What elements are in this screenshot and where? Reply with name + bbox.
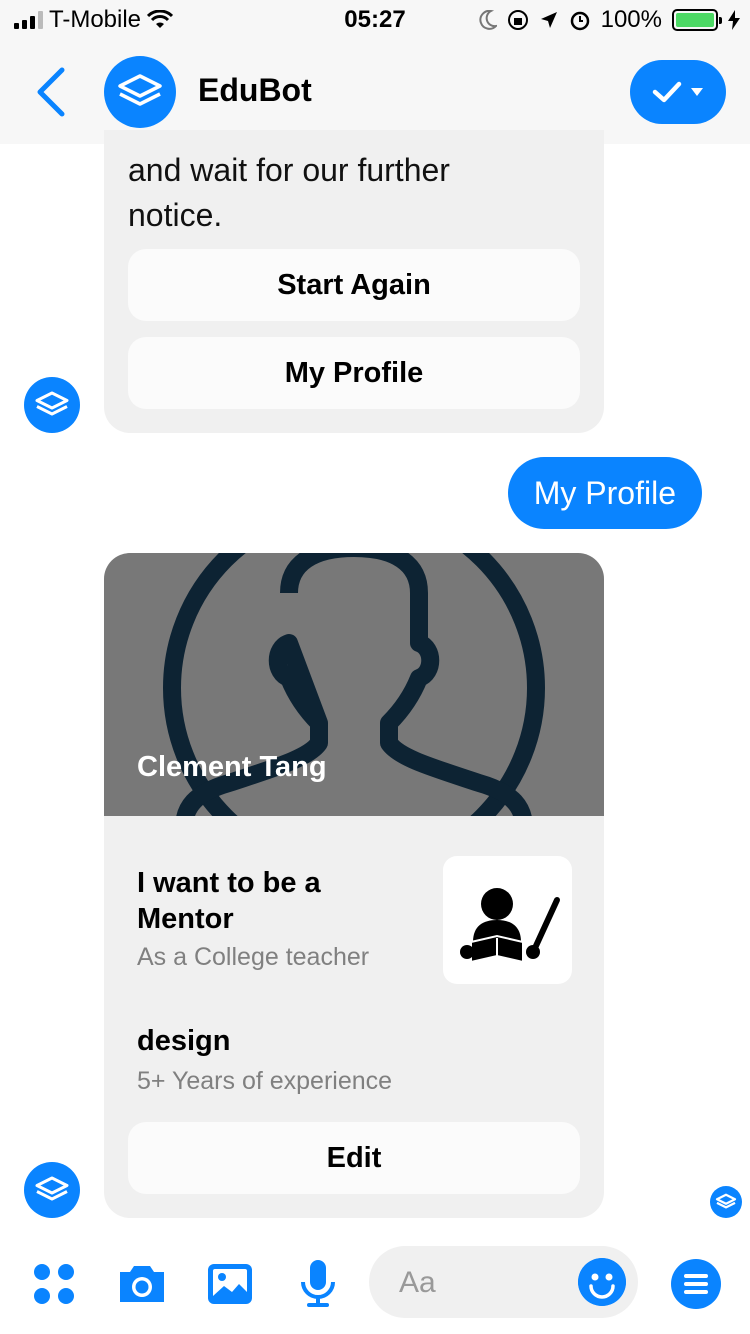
seen-indicator-avatar <box>710 1186 742 1218</box>
chat-header: EduBot <box>0 40 750 144</box>
layers-icon <box>35 391 69 416</box>
profile-name: Clement Tang <box>137 751 327 783</box>
apps-icon[interactable] <box>26 1256 82 1312</box>
message-input[interactable]: Aa <box>369 1246 638 1318</box>
gallery-icon[interactable] <box>202 1256 258 1312</box>
profile-card: Clement Tang I want to be a Mentor As a … <box>104 553 604 1218</box>
chat-title: EduBot <box>198 72 312 108</box>
moon-icon <box>479 10 497 30</box>
input-placeholder: Aa <box>399 1266 436 1299</box>
checkmark-menu-button[interactable] <box>630 60 726 124</box>
checkmark-icon <box>652 81 682 103</box>
bot-avatar-small <box>24 377 80 433</box>
bot-avatar-small <box>24 1162 80 1218</box>
bot-avatar[interactable] <box>104 56 176 128</box>
menu-icon[interactable] <box>668 1256 724 1312</box>
mentor-teacher-icon <box>443 856 572 984</box>
layers-icon <box>715 1193 737 1209</box>
status-right: 100% <box>479 6 740 34</box>
alarm-icon <box>570 11 589 31</box>
layers-icon <box>118 74 162 106</box>
emoji-icon[interactable] <box>578 1258 626 1306</box>
my-profile-button[interactable]: My Profile <box>128 337 580 409</box>
role-title: I want to be a Mentor <box>137 867 321 935</box>
bot-message-text: and wait for our further notice. <box>128 152 450 233</box>
status-bar: T-Mobile 05:27 100% <box>0 0 750 40</box>
bot-message-card: and wait for our further notice. Start A… <box>104 130 604 433</box>
skill-title: design <box>137 1025 231 1057</box>
role-subtitle: As a College teacher <box>137 943 370 971</box>
battery-percent: 100% <box>600 6 662 33</box>
start-again-button[interactable]: Start Again <box>128 249 580 321</box>
camera-icon[interactable] <box>114 1256 170 1312</box>
profile-hero-image: Clement Tang <box>104 553 604 816</box>
battery-icon <box>672 9 722 31</box>
edit-button[interactable]: Edit <box>128 1122 580 1194</box>
rotation-lock-icon <box>507 10 528 30</box>
layers-icon <box>35 1176 69 1201</box>
charging-icon <box>728 10 740 30</box>
user-message-bubble: My Profile <box>507 457 702 529</box>
caret-down-icon <box>691 88 703 96</box>
microphone-icon[interactable] <box>290 1256 346 1312</box>
chevron-left-icon[interactable] <box>32 66 72 118</box>
location-icon <box>540 12 557 28</box>
composer-bar: Aa <box>0 1234 750 1334</box>
skill-subtitle: 5+ Years of experience <box>137 1067 393 1095</box>
